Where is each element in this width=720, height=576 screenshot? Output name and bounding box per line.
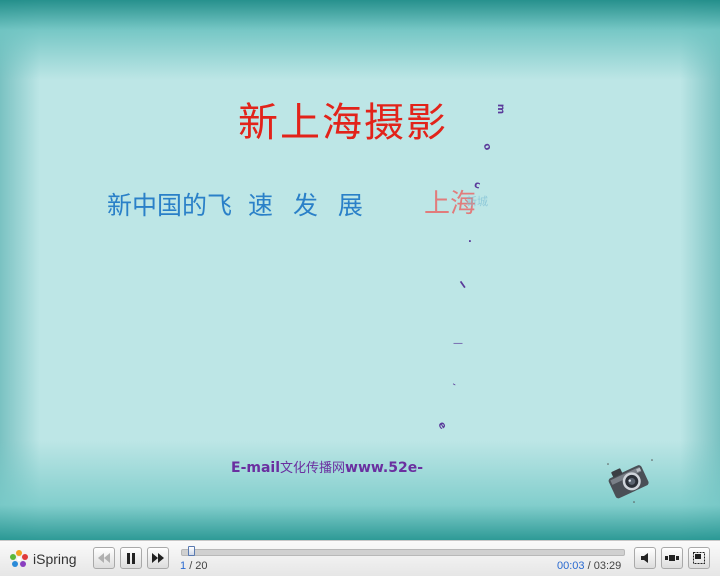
fullscreen-button[interactable] [688, 547, 710, 569]
rewind-icon [98, 553, 110, 563]
slide-canvas: 新上海摄影 新中国的飞 速 发 展 上海 新城 m o c . l — - e … [0, 0, 720, 540]
animated-letter: o [480, 141, 494, 152]
slide-total: / 20 [189, 560, 208, 572]
ispring-logo: iSpring [8, 548, 77, 570]
outline-button[interactable] [661, 547, 683, 569]
player-toolbar: iSpring 1 / 20 00:03 / 03:29 [0, 540, 720, 576]
rewind-button[interactable] [93, 547, 115, 569]
email-line: E-mail文化传播网www.52e- [231, 457, 423, 476]
animated-letter: . [468, 234, 472, 245]
subtitle-word: 展 [337, 191, 363, 220]
seek-bar[interactable] [181, 549, 625, 556]
time-current: 00:03 [557, 560, 585, 572]
animated-letter: - [449, 378, 459, 391]
fast-forward-button[interactable] [147, 547, 169, 569]
animated-letter: c [472, 179, 482, 192]
email-suffix: www.52e- [345, 460, 424, 476]
subtitle-word: 新中国的飞 [107, 191, 233, 220]
fast-forward-icon [152, 553, 164, 563]
slide-current: 1 [180, 560, 187, 572]
outline-icon [665, 555, 679, 561]
animated-letter: m [495, 103, 507, 115]
animated-letter: e [435, 420, 449, 432]
slide-counter: 1 / 20 [180, 560, 208, 572]
fullscreen-icon [693, 552, 705, 564]
slide-title: 新上海摄影 [238, 100, 448, 146]
email-prefix: E-mail [231, 460, 281, 476]
time-display: 00:03 / 03:29 [557, 560, 621, 572]
time-total: / 03:29 [587, 560, 622, 572]
camera-icon [607, 459, 653, 503]
seek-thumb[interactable] [188, 546, 195, 556]
animated-letter: l [458, 280, 468, 292]
faint-text: 新城 [466, 195, 488, 208]
subtitle-word: 速 [247, 191, 273, 220]
pause-icon [127, 552, 135, 564]
animated-letter: — [453, 338, 463, 349]
volume-button[interactable] [634, 547, 656, 569]
subtitle-word: 发 [292, 191, 318, 220]
ispring-flower-icon [10, 550, 28, 567]
slide-subtitle: 新中国的飞 速 发 展 [107, 186, 363, 222]
speaker-icon [641, 553, 648, 563]
pause-button[interactable] [120, 547, 142, 569]
brand-name: iSpring [33, 551, 77, 567]
email-cn: 文化传播网 [280, 461, 346, 476]
